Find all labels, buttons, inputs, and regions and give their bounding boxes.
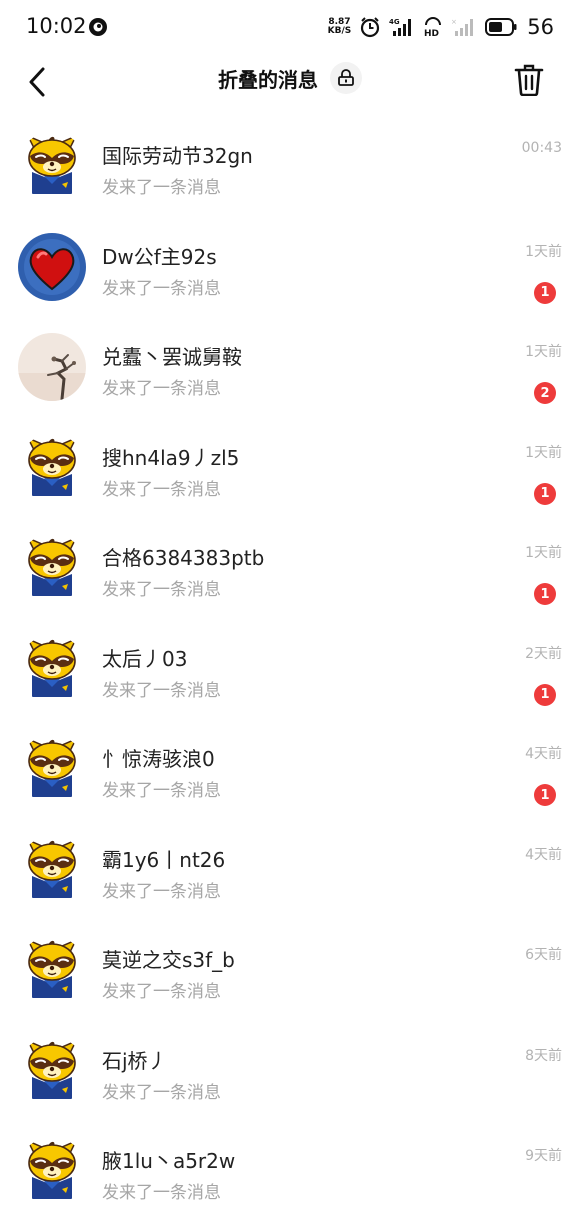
sender-name: 腋1lu丶a5r2w <box>102 1149 236 1173</box>
message-preview: 发来了一条消息 <box>102 881 221 902</box>
page-title: 折叠的消息 <box>218 67 318 92</box>
message-time: 00:43 <box>521 140 562 156</box>
svg-text:4G: 4G <box>389 18 400 26</box>
raccoon-avatar[interactable] <box>18 534 86 602</box>
status-time: 10:02 <box>26 14 87 38</box>
message-preview: 发来了一条消息 <box>102 1183 221 1203</box>
signal-weak-icon: × <box>451 18 474 36</box>
message-row[interactable]: 忄惊涛骇浪0 发来了一条消息 4天前 1 <box>0 721 580 822</box>
lock-button[interactable] <box>330 62 362 94</box>
branch-avatar[interactable] <box>18 333 86 401</box>
message-preview: 发来了一条消息 <box>102 680 221 701</box>
signal-4g-icon: 4G <box>389 18 412 36</box>
message-row[interactable]: 太后丿03 发来了一条消息 2天前 1 <box>0 621 580 722</box>
heart-avatar[interactable] <box>18 232 86 301</box>
network-speed-unit: KB/S <box>327 26 352 36</box>
message-preview: 发来了一条消息 <box>102 781 221 801</box>
message-preview: 发来了一条消息 <box>102 1082 221 1103</box>
message-time: 4天前 <box>525 846 562 863</box>
message-preview: 发来了一条消息 <box>102 379 221 399</box>
message-preview: 发来了一条消息 <box>102 178 221 198</box>
message-time: 9天前 <box>525 1148 562 1164</box>
lock-icon <box>338 69 354 86</box>
raccoon-avatar[interactable] <box>18 132 86 200</box>
message-row[interactable]: 国际劳动节32gn 发来了一条消息 00:43 <box>0 118 580 219</box>
unread-badge: 1 <box>534 784 556 806</box>
sender-name: 忄惊涛骇浪0 <box>102 747 215 771</box>
title-area: 折叠的消息 <box>0 62 580 94</box>
sender-name: 搜hn4la9丿zl5 <box>102 445 240 470</box>
message-row[interactable]: 霸1y6丨nt26 发来了一条消息 4天前 <box>0 822 580 923</box>
raccoon-avatar[interactable] <box>18 835 86 904</box>
app-notification-icon <box>89 18 107 36</box>
svg-text:×: × <box>451 18 457 26</box>
unread-badge: 1 <box>534 281 556 304</box>
message-row[interactable]: 腋1lu丶a5r2w 发来了一条消息 9天前 <box>0 1123 580 1224</box>
raccoon-avatar[interactable] <box>18 1137 86 1205</box>
status-bar: 10:02 8.87 KB/S 4G HD × 56 <box>0 0 580 56</box>
message-time: 4天前 <box>525 746 562 762</box>
alarm-icon <box>361 17 380 38</box>
unread-badge: 2 <box>534 382 556 404</box>
battery-level: 56 <box>527 15 554 39</box>
message-time: 1天前 <box>525 545 562 561</box>
sender-name: 国际劳动节32gn <box>102 144 253 168</box>
raccoon-avatar[interactable] <box>18 634 86 703</box>
network-speed: 8.87 KB/S <box>328 18 352 36</box>
message-time: 1天前 <box>525 444 562 461</box>
sender-name: 太后丿03 <box>102 646 188 671</box>
message-list: 国际劳动节32gn 发来了一条消息 00:43 Dw公f主92s 发来了一条消息… <box>0 118 580 1224</box>
sender-name: 合格6384383ptb <box>102 546 265 570</box>
message-row[interactable]: 搜hn4la9丿zl5 发来了一条消息 1天前 1 <box>0 420 580 521</box>
message-time: 8天前 <box>525 1047 562 1064</box>
raccoon-avatar[interactable] <box>18 433 86 502</box>
sender-name: 莫逆之交s3f_b <box>102 948 235 972</box>
message-time: 1天前 <box>525 344 562 360</box>
message-time: 6天前 <box>525 947 562 963</box>
message-row[interactable]: 石j桥丿 发来了一条消息 8天前 <box>0 1023 580 1124</box>
message-time: 1天前 <box>525 243 562 260</box>
message-row[interactable]: Dw公f主92s 发来了一条消息 1天前 1 <box>0 219 580 320</box>
sender-name: 兑蠹丶罢诚舅鞍 <box>102 345 242 369</box>
message-row[interactable]: 兑蠹丶罢诚舅鞍 发来了一条消息 1天前 2 <box>0 319 580 420</box>
message-preview: 发来了一条消息 <box>102 479 221 500</box>
unread-badge: 1 <box>534 482 556 505</box>
trash-icon[interactable] <box>514 64 544 96</box>
battery-icon <box>485 18 517 36</box>
unread-badge: 1 <box>534 583 556 605</box>
hd-voice-icon: HD <box>424 17 442 38</box>
unread-badge: 1 <box>534 683 556 706</box>
message-row[interactable]: 莫逆之交s3f_b 发来了一条消息 6天前 <box>0 922 580 1023</box>
message-row[interactable]: 合格6384383ptb 发来了一条消息 1天前 1 <box>0 520 580 621</box>
sender-name: 霸1y6丨nt26 <box>102 847 226 872</box>
raccoon-avatar[interactable] <box>18 1036 86 1105</box>
message-preview: 发来了一条消息 <box>102 982 221 1002</box>
sender-name: Dw公f主92s <box>102 244 217 269</box>
message-preview: 发来了一条消息 <box>102 580 221 600</box>
message-time: 2天前 <box>525 645 562 662</box>
svg-text:HD: HD <box>424 29 439 38</box>
top-nav-bar: 折叠的消息 <box>0 56 580 106</box>
raccoon-avatar[interactable] <box>18 936 86 1004</box>
raccoon-avatar[interactable] <box>18 735 86 803</box>
sender-name: 石j桥丿 <box>102 1048 168 1073</box>
message-preview: 发来了一条消息 <box>102 278 221 299</box>
